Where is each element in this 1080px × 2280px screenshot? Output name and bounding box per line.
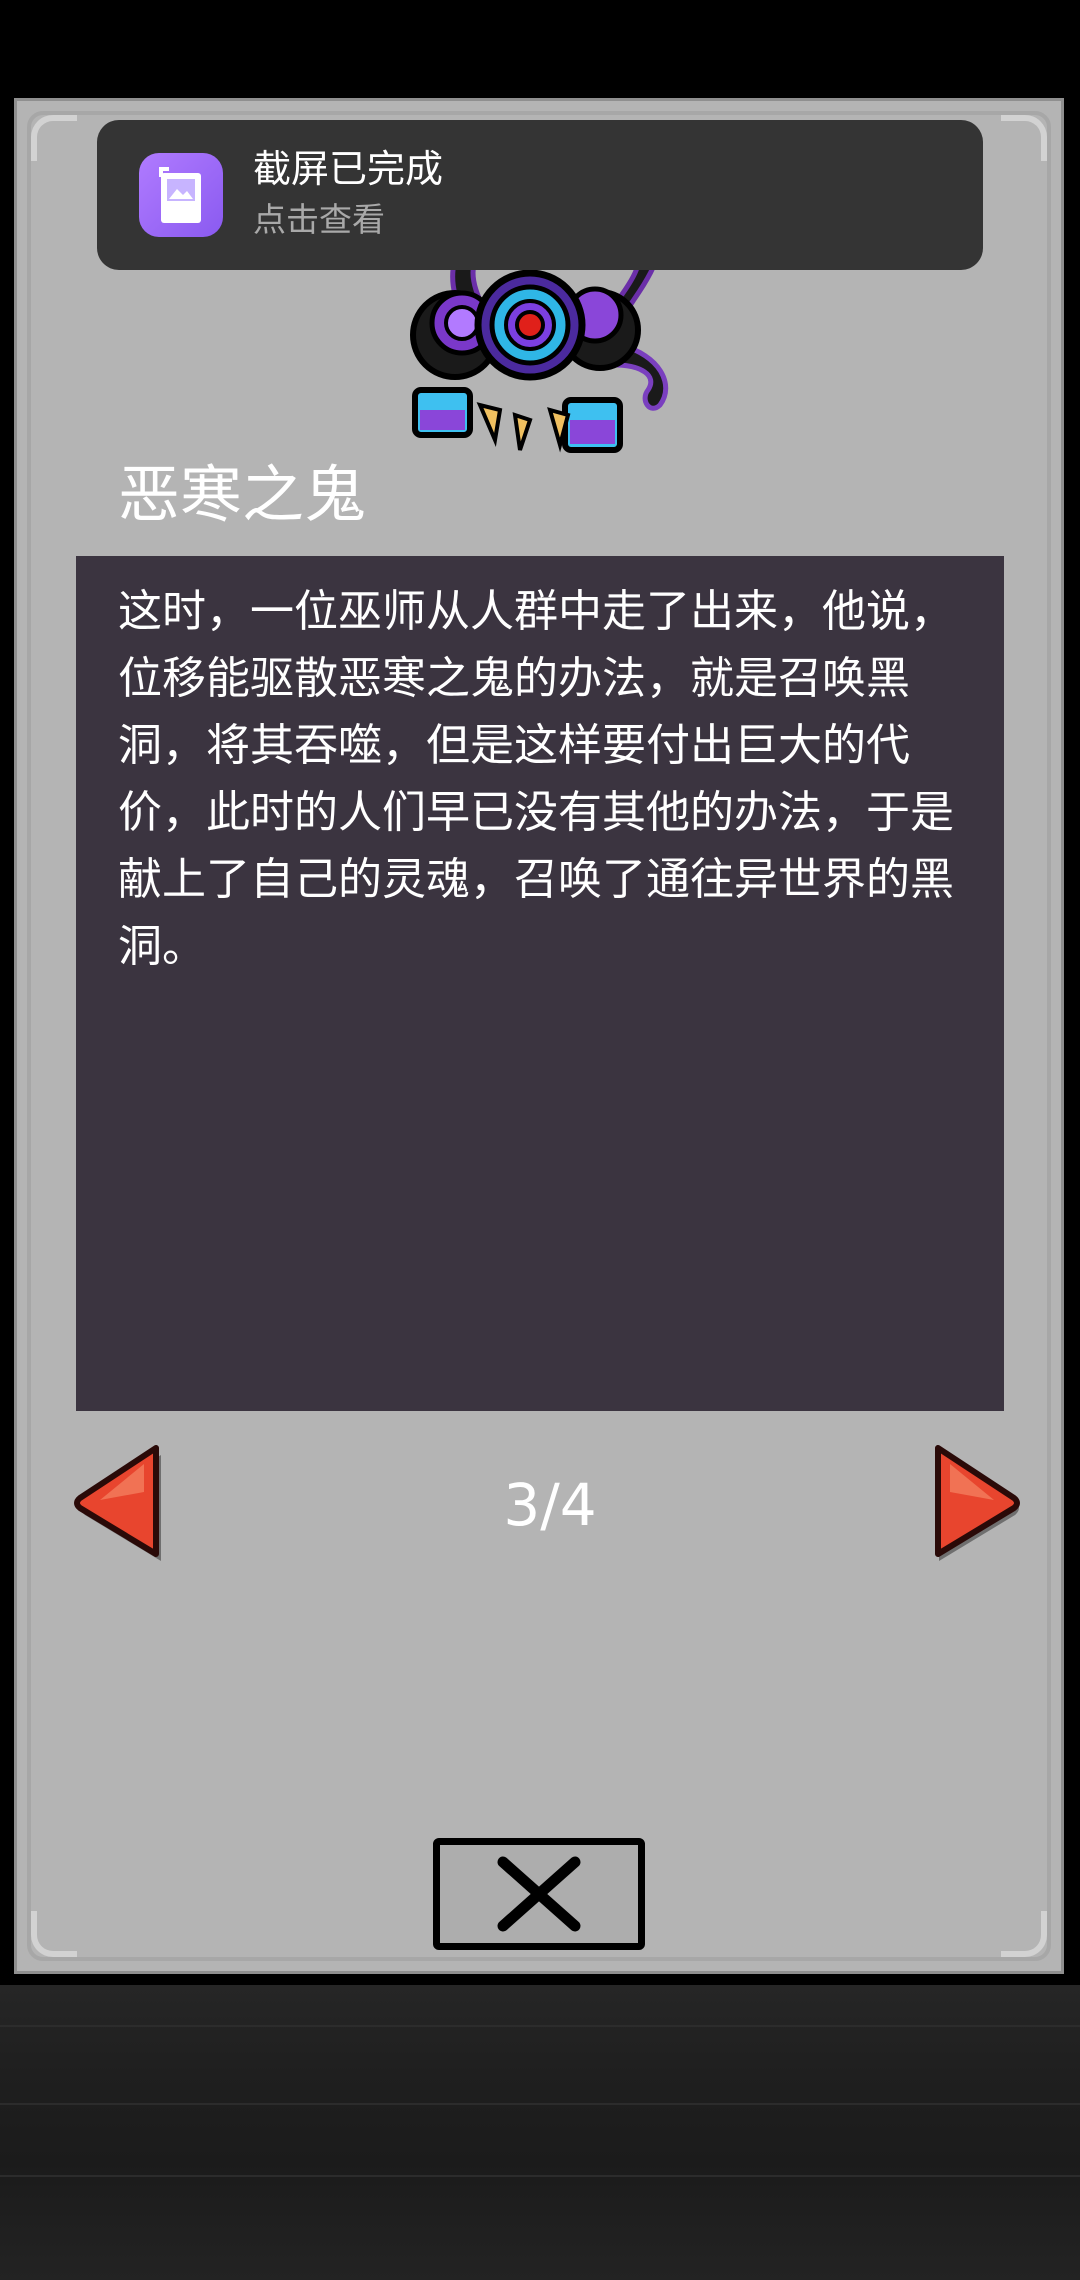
floor-line xyxy=(0,2025,1080,2027)
screenshot-notification[interactable]: 截屏已完成 点击查看 xyxy=(97,120,983,270)
notification-title: 截屏已完成 xyxy=(253,147,444,191)
red-arrow-right-icon[interactable] xyxy=(930,1442,1020,1564)
panel-corner xyxy=(1001,1911,1047,1957)
panel-corner xyxy=(31,115,77,161)
floor-line xyxy=(0,2103,1080,2105)
background-floor xyxy=(0,1985,1080,2280)
screenshot-gallery-icon xyxy=(139,153,223,237)
notification-subtitle: 点击查看 xyxy=(253,200,385,239)
panel-corner xyxy=(31,1911,77,1957)
page-indicator: 3/4 xyxy=(503,1471,597,1539)
close-x-icon xyxy=(497,1856,581,1932)
close-button[interactable] xyxy=(433,1838,645,1950)
floor-line xyxy=(0,2175,1080,2177)
panel-corner xyxy=(1001,115,1047,161)
dialog-title: 恶寒之鬼 xyxy=(118,458,367,531)
story-box: 这时，一位巫师从人群中走了出来，他说，位移能驱散恶寒之鬼的办法，就是召唤黑洞，将… xyxy=(76,556,1004,1411)
story-text: 这时，一位巫师从人群中走了出来，他说，位移能驱散恶寒之鬼的办法，就是召唤黑洞，将… xyxy=(118,586,954,972)
red-arrow-left-icon[interactable] xyxy=(74,1442,164,1564)
